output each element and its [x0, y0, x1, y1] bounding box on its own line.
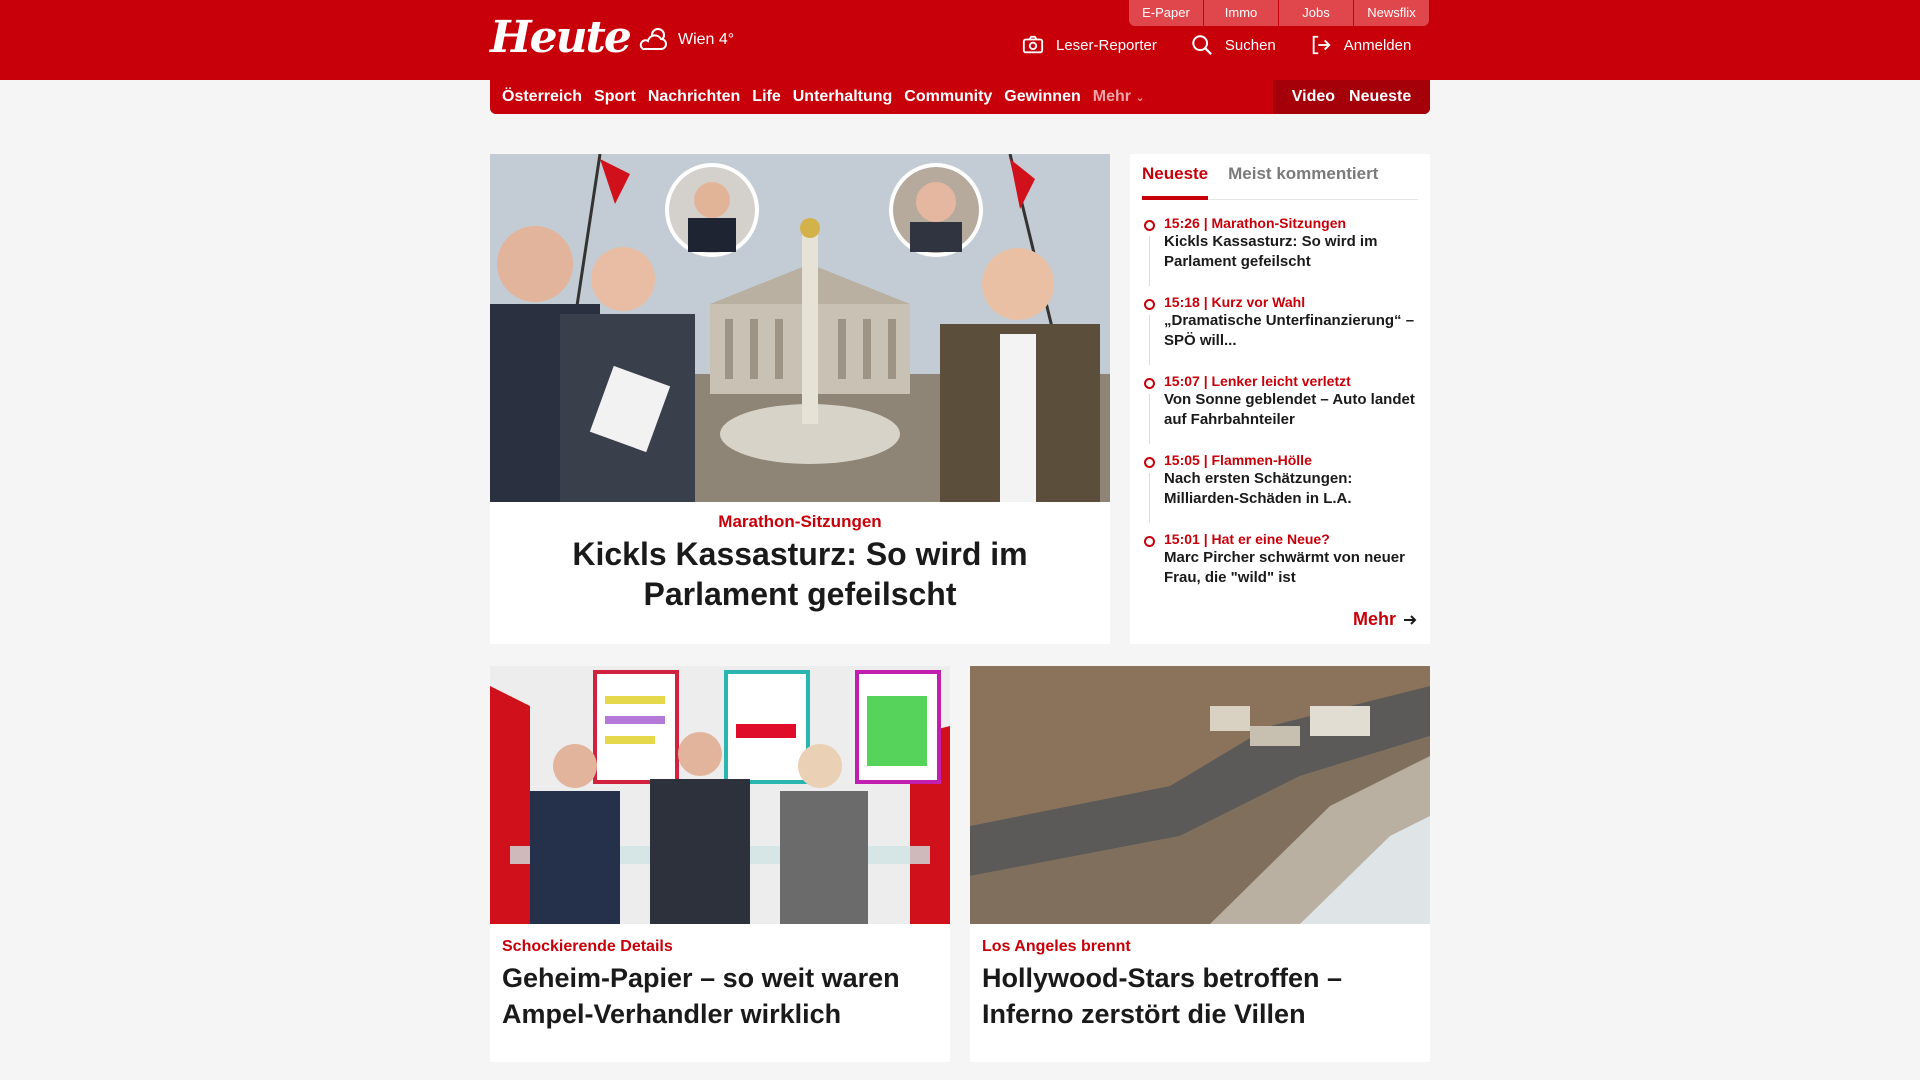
service-links: E-Paper Immo Jobs Newsflix: [1129, 0, 1429, 26]
press-conference-image: [490, 666, 950, 924]
service-link-epaper[interactable]: E-Paper: [1129, 0, 1204, 26]
nav-more-label: Mehr: [1092, 88, 1131, 105]
nav-item-oesterreich[interactable]: Österreich: [502, 88, 582, 106]
nav-item-gewinnen[interactable]: Gewinnen: [1004, 88, 1080, 106]
news-item[interactable]: 15:07 | Lenker leicht verletzt Von Sonne…: [1142, 372, 1418, 451]
article-card[interactable]: Los Angeles brennt Hollywood-Stars betro…: [970, 666, 1430, 1062]
login-icon: [1312, 35, 1331, 55]
article-kicker[interactable]: Schockierende Details: [502, 938, 673, 956]
timeline-line: [1149, 236, 1150, 286]
tab-neueste[interactable]: Neueste: [1142, 154, 1209, 200]
news-item-title[interactable]: Nach ersten Schätzungen: Milliarden-Schä…: [1164, 469, 1418, 509]
news-item-title[interactable]: „Dramatische Unterfinanzierung“ – SPÖ wi…: [1164, 311, 1418, 351]
nav-item-video[interactable]: Video: [1292, 88, 1335, 106]
timeline-dot-icon: [1144, 220, 1155, 231]
nav-more-dropdown[interactable]: Mehr ⌄: [1093, 88, 1145, 106]
article-card[interactable]: Schockierende Details Geheim-Papier – so…: [490, 666, 950, 1062]
leser-reporter-button[interactable]: Leser-Reporter: [1022, 34, 1157, 56]
weather-widget[interactable]: Wien 4°: [638, 26, 734, 54]
news-item-meta: 15:26 | Marathon-Sitzungen: [1164, 215, 1347, 231]
news-item-meta: 15:01 | Hat er eine Neue?: [1164, 531, 1330, 547]
news-item[interactable]: 15:05 | Flammen-Hölle Nach ersten Schätz…: [1142, 451, 1418, 530]
article-kicker[interactable]: Los Angeles brennt: [982, 938, 1131, 956]
tab-meist-kommentiert[interactable]: Meist kommentiert: [1228, 154, 1378, 199]
hero-title[interactable]: Kickls Kassasturz: So wird im Parlament …: [510, 534, 1090, 614]
parliament-politicians-image: [490, 154, 1110, 502]
news-item-meta: 15:07 | Lenker leicht verletzt: [1164, 373, 1351, 389]
news-item-title[interactable]: Kickls Kassasturz: So wird im Parlament …: [1164, 232, 1418, 272]
camera-icon: [1022, 35, 1044, 54]
arrow-right-icon: [1404, 614, 1417, 625]
login-label: Anmelden: [1343, 36, 1412, 54]
timeline-dot-icon: [1144, 536, 1155, 547]
search-label: Suchen: [1224, 36, 1276, 54]
sidebar-more-label: Mehr: [1352, 609, 1396, 629]
nav-item-neueste[interactable]: Neueste: [1349, 88, 1411, 106]
sidebar-more-link[interactable]: Mehr: [1353, 609, 1418, 630]
service-link-immo[interactable]: Immo: [1204, 0, 1279, 26]
timeline-line: [1149, 473, 1150, 523]
news-item-title[interactable]: Von Sonne geblendet – Auto landet auf Fa…: [1164, 390, 1418, 430]
article-title[interactable]: Geheim-Papier – so weit waren Ampel-Verh…: [502, 960, 932, 1032]
header-actions: Leser-Reporter Suchen Anmelden: [1022, 34, 1411, 56]
nav-item-nachrichten[interactable]: Nachrichten: [648, 88, 740, 106]
cloud-sun-icon: [639, 28, 667, 50]
search-icon: [1192, 35, 1212, 55]
site-logo[interactable]: Heute: [490, 12, 632, 63]
timeline-dot-icon: [1144, 378, 1155, 389]
article-title[interactable]: Hollywood-Stars betroffen – Inferno zers…: [982, 960, 1412, 1032]
news-item-meta: 15:18 | Kurz vor Wahl: [1164, 294, 1306, 310]
timeline-line: [1149, 394, 1150, 444]
chevron-down-icon: ⌄: [1135, 92, 1145, 104]
nav-item-unterhaltung[interactable]: Unterhaltung: [793, 88, 893, 106]
hero-article[interactable]: Marathon-Sitzungen Kickls Kassasturz: So…: [490, 154, 1110, 644]
leser-reporter-label: Leser-Reporter: [1056, 36, 1157, 54]
nav-item-sport[interactable]: Sport: [594, 88, 636, 106]
news-item-meta: 15:05 | Flammen-Hölle: [1164, 452, 1312, 468]
hero-image[interactable]: [490, 154, 1110, 502]
timeline-dot-icon: [1144, 457, 1155, 468]
news-item[interactable]: 15:26 | Marathon-Sitzungen Kickls Kassas…: [1142, 214, 1418, 293]
article-image[interactable]: [970, 666, 1430, 924]
news-list: 15:26 | Marathon-Sitzungen Kickls Kassas…: [1142, 214, 1418, 609]
hero-kicker[interactable]: Marathon-Sitzungen: [490, 512, 1110, 532]
news-item[interactable]: 15:18 | Kurz vor Wahl „Dramatische Unter…: [1142, 293, 1418, 372]
nav-right-group: Video Neueste: [1273, 80, 1430, 114]
timeline-line: [1149, 315, 1150, 365]
nav-item-life[interactable]: Life: [752, 88, 780, 106]
news-item[interactable]: 15:01 | Hat er eine Neue? Marc Pircher s…: [1142, 530, 1418, 609]
service-link-jobs[interactable]: Jobs: [1279, 0, 1354, 26]
site-header: [0, 0, 1920, 80]
timeline-dot-icon: [1144, 299, 1155, 310]
main-navigation: Österreich Sport Nachrichten Life Unterh…: [490, 80, 1430, 114]
weather-label: Wien 4°: [678, 31, 735, 48]
sidebar-tabs: Neueste Meist kommentiert: [1142, 154, 1418, 200]
news-sidebar: Neueste Meist kommentiert 15:26 | Marath…: [1130, 154, 1430, 644]
service-link-newsflix[interactable]: Newsflix: [1354, 0, 1429, 26]
news-item-title[interactable]: Marc Pircher schwärmt von neuer Frau, di…: [1164, 548, 1418, 588]
burned-coastline-image: [970, 666, 1430, 924]
article-image[interactable]: [490, 666, 950, 924]
search-button[interactable]: Suchen: [1191, 34, 1276, 56]
nav-item-community[interactable]: Community: [904, 88, 992, 106]
login-button[interactable]: Anmelden: [1310, 34, 1412, 56]
